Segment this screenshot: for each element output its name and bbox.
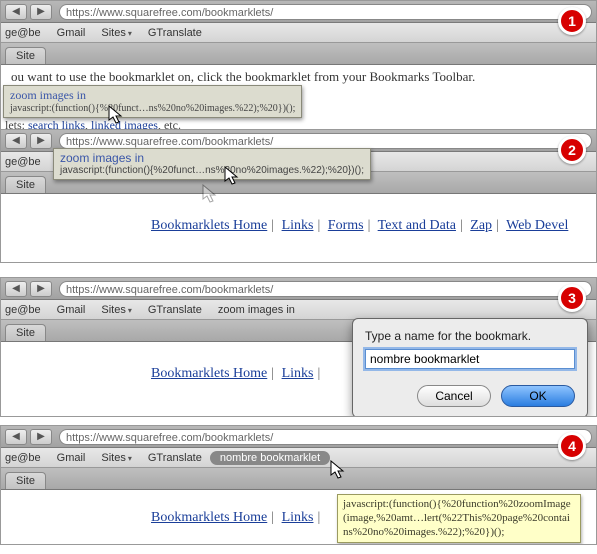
- link-links[interactable]: Links: [282, 366, 314, 381]
- bm-new-placeholder[interactable]: zoom images in: [210, 302, 303, 318]
- page-content-1: ou want to use the bookmarklet on, click…: [1, 65, 596, 135]
- bm-gtranslate[interactable]: GTranslate: [140, 302, 210, 318]
- bm-cutoff: ge@be: [5, 25, 49, 41]
- tab-bar: Site: [1, 468, 596, 490]
- link-links[interactable]: Links: [282, 218, 314, 233]
- bm-gmail[interactable]: Gmail: [49, 302, 94, 318]
- tooltip-url: javascript:(function(){%20funct…ns%20no%…: [60, 165, 364, 176]
- step-badge-2: 2: [558, 136, 586, 164]
- bm-cutoff: ge@be: [5, 154, 49, 170]
- panel-step-1: 1 ◀ ▶ https://www.squarefree.com/bookmar…: [0, 0, 597, 137]
- bm-sites-folder[interactable]: Sites: [93, 302, 139, 318]
- tab-site[interactable]: Site: [5, 176, 46, 193]
- nav-back-button[interactable]: ◀: [5, 133, 27, 149]
- link-forms[interactable]: Forms: [328, 218, 364, 233]
- link-home[interactable]: Bookmarklets Home: [151, 510, 267, 525]
- bm-new-bookmarklet[interactable]: nombre bookmarklet: [210, 451, 330, 465]
- url-field[interactable]: https://www.squarefree.com/bookmarklets/: [59, 4, 592, 20]
- link-web-devel[interactable]: Web Devel: [506, 218, 568, 233]
- nav-back-button[interactable]: ◀: [5, 281, 27, 297]
- link-zap[interactable]: Zap: [470, 218, 492, 233]
- dialog-label: Type a name for the bookmark.: [365, 329, 575, 343]
- page-content-2: Bookmarklets Home| Links| Forms| Text an…: [1, 194, 596, 262]
- bm-cutoff: ge@be: [5, 450, 49, 466]
- bm-gtranslate[interactable]: GTranslate: [140, 25, 210, 41]
- page-content-4: Bookmarklets Home| Links| javascript:(fu…: [1, 490, 596, 544]
- nav-forward-button[interactable]: ▶: [30, 4, 52, 20]
- bm-sites-folder[interactable]: Sites: [93, 25, 139, 41]
- tooltip-url: javascript:(function(){%20funct…ns%20no%…: [10, 103, 295, 114]
- bookmarks-bar: ge@be Gmail Sites GTranslate: [1, 23, 596, 43]
- cancel-button[interactable]: Cancel: [417, 385, 491, 407]
- link-links[interactable]: Links: [282, 510, 314, 525]
- url-toolbar: ◀ ▶ https://www.squarefree.com/bookmarkl…: [1, 426, 596, 448]
- bookmarks-bar: ge@be Gmail Sites GTranslate nombre book…: [1, 448, 596, 468]
- url-field[interactable]: https://www.squarefree.com/bookmarklets/: [59, 133, 592, 149]
- panel-step-3: 3 ◀ ▶ https://www.squarefree.com/bookmar…: [0, 277, 597, 417]
- cursor-icon: [107, 105, 125, 125]
- bookmark-name-input[interactable]: [365, 349, 575, 369]
- bookmarks-bar: ge@be Gmail Sites GTranslate zoom images…: [1, 300, 596, 320]
- nav-forward-button[interactable]: ▶: [30, 281, 52, 297]
- step-badge-1: 1: [558, 7, 586, 35]
- drag-tooltip: zoom images in javascript:(function(){%2…: [3, 85, 302, 118]
- step-badge-3: 3: [558, 284, 586, 312]
- bm-sites-folder[interactable]: Sites: [93, 450, 139, 466]
- url-toolbar: ◀ ▶ https://www.squarefree.com/bookmarkl…: [1, 1, 596, 23]
- panel-step-4: 4 ◀ ▶ https://www.squarefree.com/bookmar…: [0, 425, 597, 545]
- bm-cutoff: ge@be: [5, 302, 49, 318]
- tab-site[interactable]: Site: [5, 324, 46, 341]
- cursor-icon: [223, 166, 241, 186]
- tab-site[interactable]: Site: [5, 472, 46, 489]
- link-home[interactable]: Bookmarklets Home: [151, 366, 267, 381]
- tooltip-title: zoom images in: [10, 88, 295, 103]
- bookmarklet-tooltip: javascript:(function(){%20function%20zoo…: [337, 494, 581, 543]
- body-text-fragment: ou want to use the bookmarklet on, click…: [11, 69, 586, 85]
- link-home[interactable]: Bookmarklets Home: [151, 218, 267, 233]
- nav-back-button[interactable]: ◀: [5, 429, 27, 445]
- cursor-ghost-icon: [201, 184, 219, 204]
- bookmarks-bar: ge@be G zoom images in javascript:(funct…: [1, 152, 596, 172]
- tooltip-title: zoom images in: [60, 151, 364, 165]
- url-toolbar: ◀ ▶ https://www.squarefree.com/bookmarkl…: [1, 278, 596, 300]
- link-text-data[interactable]: Text and Data: [378, 218, 456, 233]
- nav-back-button[interactable]: ◀: [5, 4, 27, 20]
- bm-gtranslate[interactable]: GTranslate: [140, 450, 210, 466]
- tab-bar: Site: [1, 43, 596, 65]
- tab-site[interactable]: Site: [5, 47, 46, 64]
- bm-gmail[interactable]: Gmail: [49, 25, 94, 41]
- step-badge-4: 4: [558, 432, 586, 460]
- panel-step-2: 2 ◀ ▶ https://www.squarefree.com/bookmar…: [0, 129, 597, 263]
- url-field[interactable]: https://www.squarefree.com/bookmarklets/: [59, 281, 592, 297]
- bm-gmail[interactable]: Gmail: [49, 450, 94, 466]
- drag-tooltip-over-bar: zoom images in javascript:(function(){%2…: [53, 148, 371, 180]
- url-field[interactable]: https://www.squarefree.com/bookmarklets/: [59, 429, 592, 445]
- nav-links-row: Bookmarklets Home| Links| Forms| Text an…: [11, 218, 586, 234]
- ok-button[interactable]: OK: [501, 385, 575, 407]
- cursor-icon: [329, 460, 347, 480]
- nav-forward-button[interactable]: ▶: [30, 133, 52, 149]
- nav-forward-button[interactable]: ▶: [30, 429, 52, 445]
- name-bookmark-dialog: Type a name for the bookmark. Cancel OK: [352, 318, 588, 417]
